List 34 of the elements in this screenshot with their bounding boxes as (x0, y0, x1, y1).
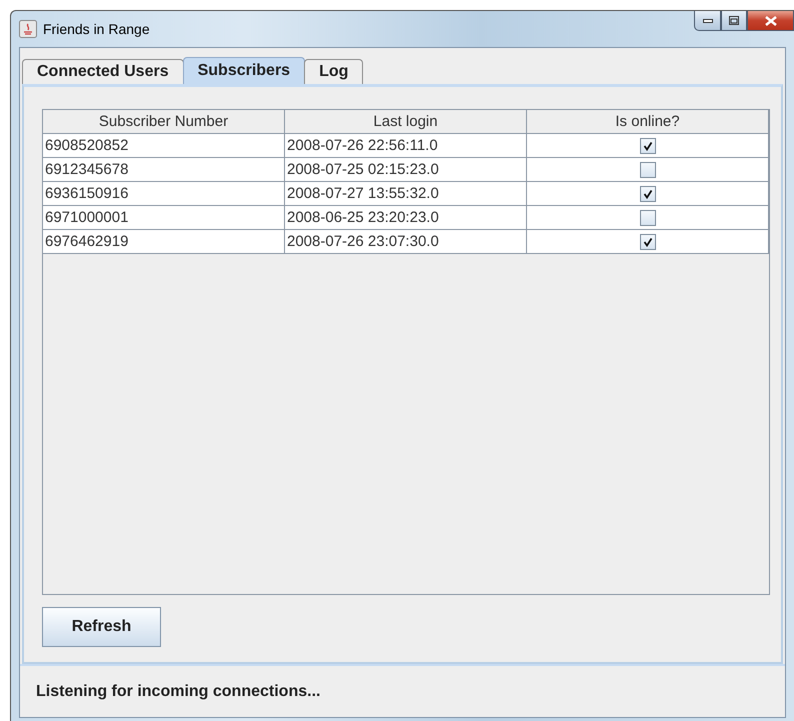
checkbox[interactable] (640, 162, 656, 178)
column-header[interactable]: Subscriber Number (43, 110, 285, 134)
maximize-icon (729, 16, 739, 25)
table-cell: 2008-07-26 23:07:30.0 (285, 230, 527, 254)
table-cell: 6936150916 (43, 182, 285, 206)
minimize-button[interactable] (694, 11, 721, 31)
checkbox[interactable] (640, 210, 656, 226)
table-cell: 6976462919 (43, 230, 285, 254)
minimize-icon (702, 18, 712, 22)
checkbox[interactable] (640, 234, 656, 250)
tab[interactable]: Subscribers (182, 57, 306, 84)
window-title: Friends in Range (43, 21, 150, 37)
checkmark-icon (642, 236, 652, 246)
checkbox[interactable] (640, 186, 656, 202)
tab[interactable]: Log (304, 59, 364, 84)
checkmark-icon (642, 140, 652, 150)
table-cell: 6912345678 (43, 158, 285, 182)
table-cell: 2008-07-26 22:56:11.0 (285, 134, 527, 158)
refresh-button[interactable]: Refresh (42, 607, 161, 647)
column-header[interactable]: Is online? (527, 110, 769, 134)
app-icon (19, 20, 37, 38)
checkbox[interactable] (640, 138, 656, 154)
column-header[interactable]: Last login (285, 110, 527, 134)
tab[interactable]: Connected Users (22, 59, 184, 84)
table-cell: 6908520852 (43, 134, 285, 158)
table-cell: 2008-07-27 13:55:32.0 (285, 182, 527, 206)
close-button[interactable] (747, 11, 794, 31)
table-cell: 6971000001 (43, 206, 285, 230)
maximize-button[interactable] (721, 11, 747, 31)
close-icon (764, 16, 776, 26)
status-text: Listening for incoming connections... (36, 682, 320, 700)
table-cell: 2008-07-25 02:15:23.0 (285, 158, 527, 182)
checkmark-icon (642, 188, 652, 198)
table-cell: 2008-06-25 23:20:23.0 (285, 206, 527, 230)
